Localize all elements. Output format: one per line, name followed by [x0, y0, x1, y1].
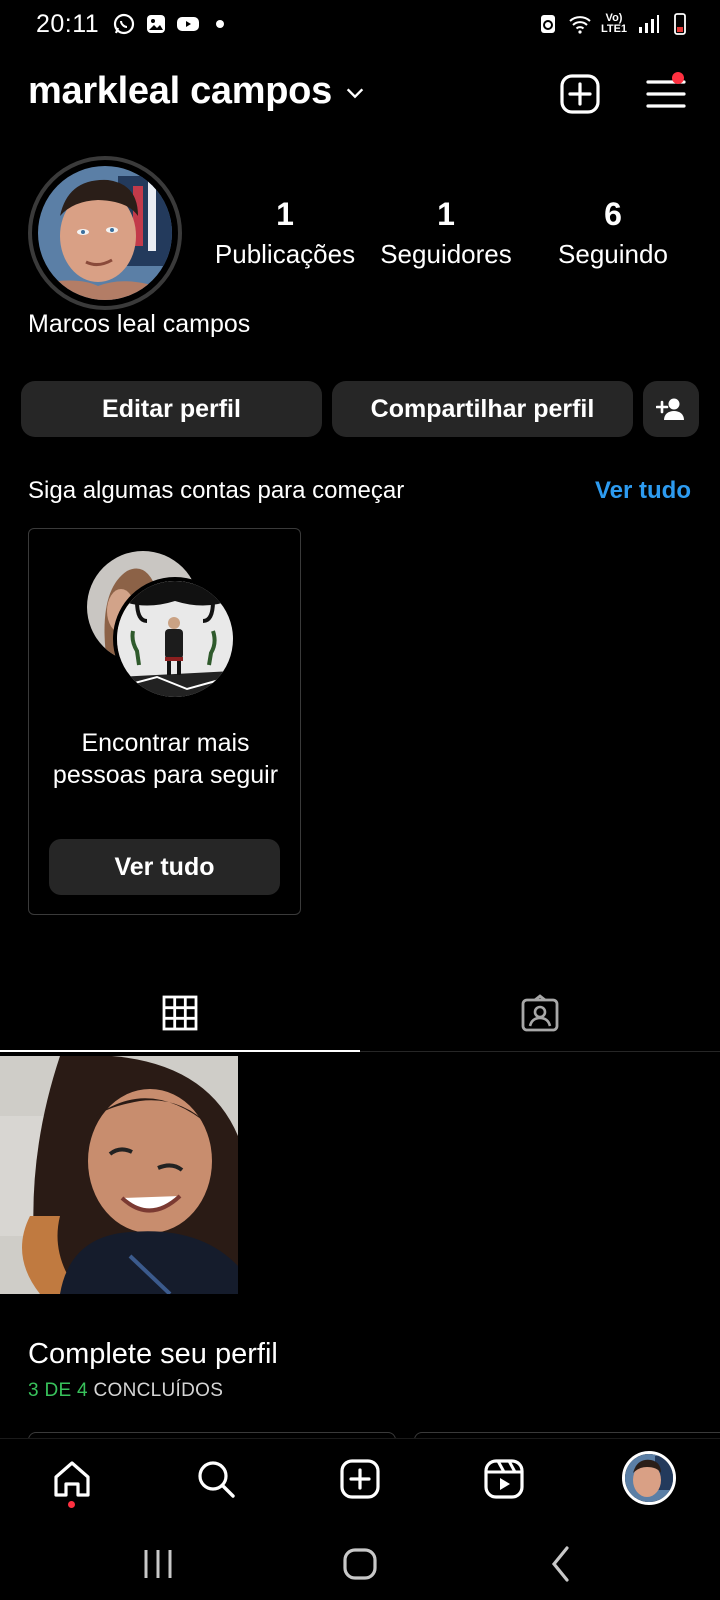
stat-posts-label: Publicações [214, 239, 356, 269]
bottom-nav [0, 1438, 720, 1522]
back-icon[interactable] [540, 1542, 584, 1586]
find-people-see-all-button[interactable]: Ver tudo [49, 839, 280, 895]
create-icon [340, 1459, 380, 1499]
stat-following-label: Seguindo [558, 239, 668, 269]
tab-posts-grid[interactable] [0, 976, 360, 1052]
progress-label: CONCLUÍDOS [93, 1380, 224, 1401]
stat-followers-count: 1 [437, 196, 455, 232]
battery-icon [674, 13, 686, 35]
search-icon [198, 1461, 235, 1498]
wifi-icon [569, 16, 591, 34]
nav-create[interactable] [334, 1453, 386, 1505]
stat-posts[interactable]: 1 Publicações [205, 196, 365, 270]
home-notification-dot [68, 1501, 75, 1508]
complete-profile-progress: 3 DE 4 CONCLUÍDOS [28, 1380, 223, 1402]
whatsapp-icon [113, 13, 135, 35]
stat-followers[interactable]: 1 Seguidores [366, 196, 526, 270]
volte-icon: Vo) LTE1 [600, 12, 628, 35]
post-thumbnail[interactable] [0, 1056, 238, 1294]
youtube-icon [177, 17, 199, 31]
complete-profile-title: Complete seu perfil [28, 1338, 278, 1370]
stat-posts-count: 1 [276, 196, 294, 232]
share-profile-button[interactable]: Compartilhar perfil [332, 381, 633, 437]
suggestions-title: Siga algumas contas para começar [28, 477, 405, 504]
tagged-icon [521, 994, 559, 1032]
reels-icon [484, 1459, 524, 1499]
edit-profile-button[interactable]: Editar perfil [21, 381, 322, 437]
new-post-icon[interactable] [558, 72, 602, 116]
find-people-text: Encontrar mais pessoas para seguir [52, 729, 279, 789]
profile-header: markleal campos [0, 64, 720, 124]
profile-tabs [0, 976, 720, 1052]
home-button-icon[interactable] [338, 1542, 382, 1586]
gallery-icon [147, 15, 165, 33]
status-icons-right: Vo) LTE1 [536, 12, 692, 36]
signal-icon [639, 15, 659, 33]
avatar[interactable] [38, 166, 172, 300]
suggestions-see-all-link[interactable]: Ver tudo [595, 477, 691, 505]
progress-count: 3 DE 4 [28, 1380, 88, 1401]
add-person-icon [656, 398, 684, 420]
chevron-down-icon[interactable] [344, 82, 366, 104]
stat-following-count: 6 [604, 196, 622, 232]
recycle-icon [541, 15, 555, 33]
dot-icon [216, 20, 224, 28]
home-icon [54, 1461, 90, 1497]
status-icons-left [112, 12, 232, 36]
stat-followers-label: Seguidores [380, 239, 512, 269]
system-nav-bar [0, 1522, 720, 1600]
discover-people-button[interactable] [643, 381, 699, 437]
grid-icon [162, 995, 198, 1031]
tab-tagged[interactable] [360, 976, 720, 1052]
stat-following[interactable]: 6 Seguindo [533, 196, 693, 270]
full-name: Marcos leal campos [28, 310, 251, 338]
nav-profile-avatar[interactable] [622, 1451, 676, 1505]
recent-apps-icon[interactable] [136, 1542, 180, 1586]
status-bar: 20:11 Vo) LTE1 [0, 0, 720, 52]
nav-search[interactable] [190, 1453, 242, 1505]
nav-home[interactable] [46, 1453, 98, 1505]
nav-reels[interactable] [478, 1453, 530, 1505]
suggestion-avatar [113, 577, 237, 701]
status-time: 20:11 [36, 10, 100, 38]
username-switcher[interactable]: markleal campos [28, 70, 332, 113]
notification-dot [672, 72, 684, 84]
find-people-card[interactable]: Encontrar mais pessoas para seguir Ver t… [28, 528, 301, 915]
